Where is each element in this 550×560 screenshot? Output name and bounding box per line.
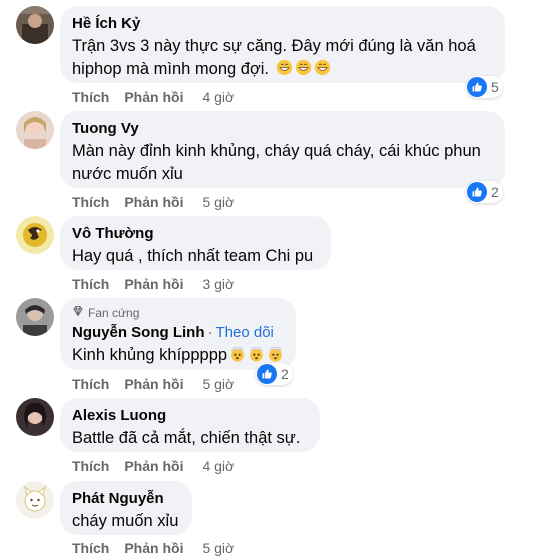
comment-text-line: Hay quá , thích nhất team Chi pu	[72, 247, 314, 265]
exploding-head-icon	[248, 345, 265, 362]
comment-actions: Thích Phản hồi 3 giờ	[72, 275, 234, 293]
comment-actions: Thích Phản hồi 5 giờ	[72, 375, 234, 393]
reply-button[interactable]: Phản hồi	[124, 375, 183, 393]
follow-button[interactable]: Theo dõi	[216, 324, 274, 341]
like-icon	[467, 182, 487, 202]
like-button[interactable]: Thích	[72, 375, 109, 393]
comment-text-line: Kinh khủng khíppppp	[72, 344, 284, 367]
commenter-name-row: Nguyễn Song Linh · Theo dõi	[72, 323, 284, 342]
comment-text-line: cháy muốn xỉu	[72, 512, 179, 530]
like-button[interactable]: Thích	[72, 275, 109, 293]
exploding-head-icon	[267, 345, 284, 362]
comment-bubble: Hề Ích Kỷ Trận 3vs 3 này thực sự căng. Đ…	[60, 6, 505, 83]
like-button[interactable]: Thích	[72, 88, 109, 106]
comment-timestamp[interactable]: 3 giờ	[202, 275, 234, 293]
diamond-icon	[72, 305, 84, 321]
separator-dot: ·	[207, 324, 213, 341]
grinning-face-icon	[295, 59, 312, 76]
comment-timestamp[interactable]: 4 giờ	[202, 457, 234, 475]
avatar[interactable]	[16, 111, 54, 149]
avatar[interactable]	[16, 481, 54, 519]
avatar[interactable]	[16, 298, 54, 336]
comment-text-line: hiphop mà mình mong đợi.	[72, 58, 493, 81]
comment-text-line: hiphop mà mình mong đợi.	[72, 60, 270, 78]
comment-actions: Thích Phản hồi 5 giờ	[72, 539, 234, 557]
comment-text-line: Trận 3vs 3 này thực sự căng. Đây mới đún…	[72, 37, 476, 55]
comment-timestamp[interactable]: 5 giờ	[202, 375, 234, 393]
comment-timestamp[interactable]: 5 giờ	[202, 193, 234, 211]
comment-timestamp[interactable]: 5 giờ	[202, 539, 234, 557]
comment-bubble: Phát Nguyễn cháy muốn xỉu	[60, 481, 192, 535]
like-icon	[467, 77, 487, 97]
comment-bubble: Alexis Luong Battle đã cả mắt, chiến thậ…	[60, 398, 320, 452]
commenter-name[interactable]: Vô Thường	[72, 224, 319, 243]
commenter-name[interactable]: Alexis Luong	[72, 406, 308, 425]
commenter-name[interactable]: Phát Nguyễn	[72, 489, 180, 508]
grinning-face-icon	[314, 59, 331, 76]
avatar[interactable]	[16, 398, 54, 436]
comment-text-line: Màn này đỉnh kinh khủng, cháy quá cháy, …	[72, 142, 481, 160]
comment-actions: Thích Phản hồi 4 giờ	[72, 88, 234, 106]
exploding-head-icon	[229, 345, 246, 362]
top-fan-badge[interactable]: Fan cứng	[72, 305, 284, 321]
commenter-name[interactable]: Hề Ích Kỷ	[72, 14, 493, 33]
comment-actions: Thích Phản hồi 5 giờ	[72, 193, 234, 211]
comment-text-line: nước muốn xỉu	[72, 165, 183, 183]
comment-text: Kinh khủng khíppppp	[72, 346, 228, 364]
commenter-name[interactable]: Tuong Vy	[72, 119, 493, 138]
reaction-count[interactable]: 5	[466, 76, 503, 98]
comment-actions: Thích Phản hồi 4 giờ	[72, 457, 234, 475]
reaction-count[interactable]: 2	[256, 363, 293, 385]
avatar[interactable]	[16, 6, 54, 44]
reaction-number: 2	[281, 366, 289, 382]
reaction-number: 2	[491, 184, 499, 200]
comment-bubble: Tuong Vy Màn này đỉnh kinh khủng, cháy q…	[60, 111, 505, 188]
commenter-name[interactable]: Nguyễn Song Linh	[72, 324, 205, 341]
reply-button[interactable]: Phản hồi	[124, 193, 183, 211]
reply-button[interactable]: Phản hồi	[124, 275, 183, 293]
reaction-count[interactable]: 2	[466, 181, 503, 203]
reaction-number: 5	[491, 79, 499, 95]
comment-text-line: Battle đã cả mắt, chiến thật sự.	[72, 429, 301, 447]
avatar[interactable]	[16, 216, 54, 254]
reply-button[interactable]: Phản hồi	[124, 457, 183, 475]
comment-bubble: Fan cứng Nguyễn Song Linh · Theo dõi Kinh …	[60, 298, 296, 370]
reply-button[interactable]: Phản hồi	[124, 539, 183, 557]
like-icon	[257, 364, 277, 384]
grinning-face-icon	[276, 59, 293, 76]
comment-timestamp[interactable]: 4 giờ	[202, 88, 234, 106]
like-button[interactable]: Thích	[72, 457, 109, 475]
comment-bubble: Vô Thường Hay quá , thích nhất team Chi …	[60, 216, 331, 270]
like-button[interactable]: Thích	[72, 193, 109, 211]
like-button[interactable]: Thích	[72, 539, 109, 557]
top-fan-label: Fan cứng	[88, 305, 140, 320]
reply-button[interactable]: Phản hồi	[124, 88, 183, 106]
